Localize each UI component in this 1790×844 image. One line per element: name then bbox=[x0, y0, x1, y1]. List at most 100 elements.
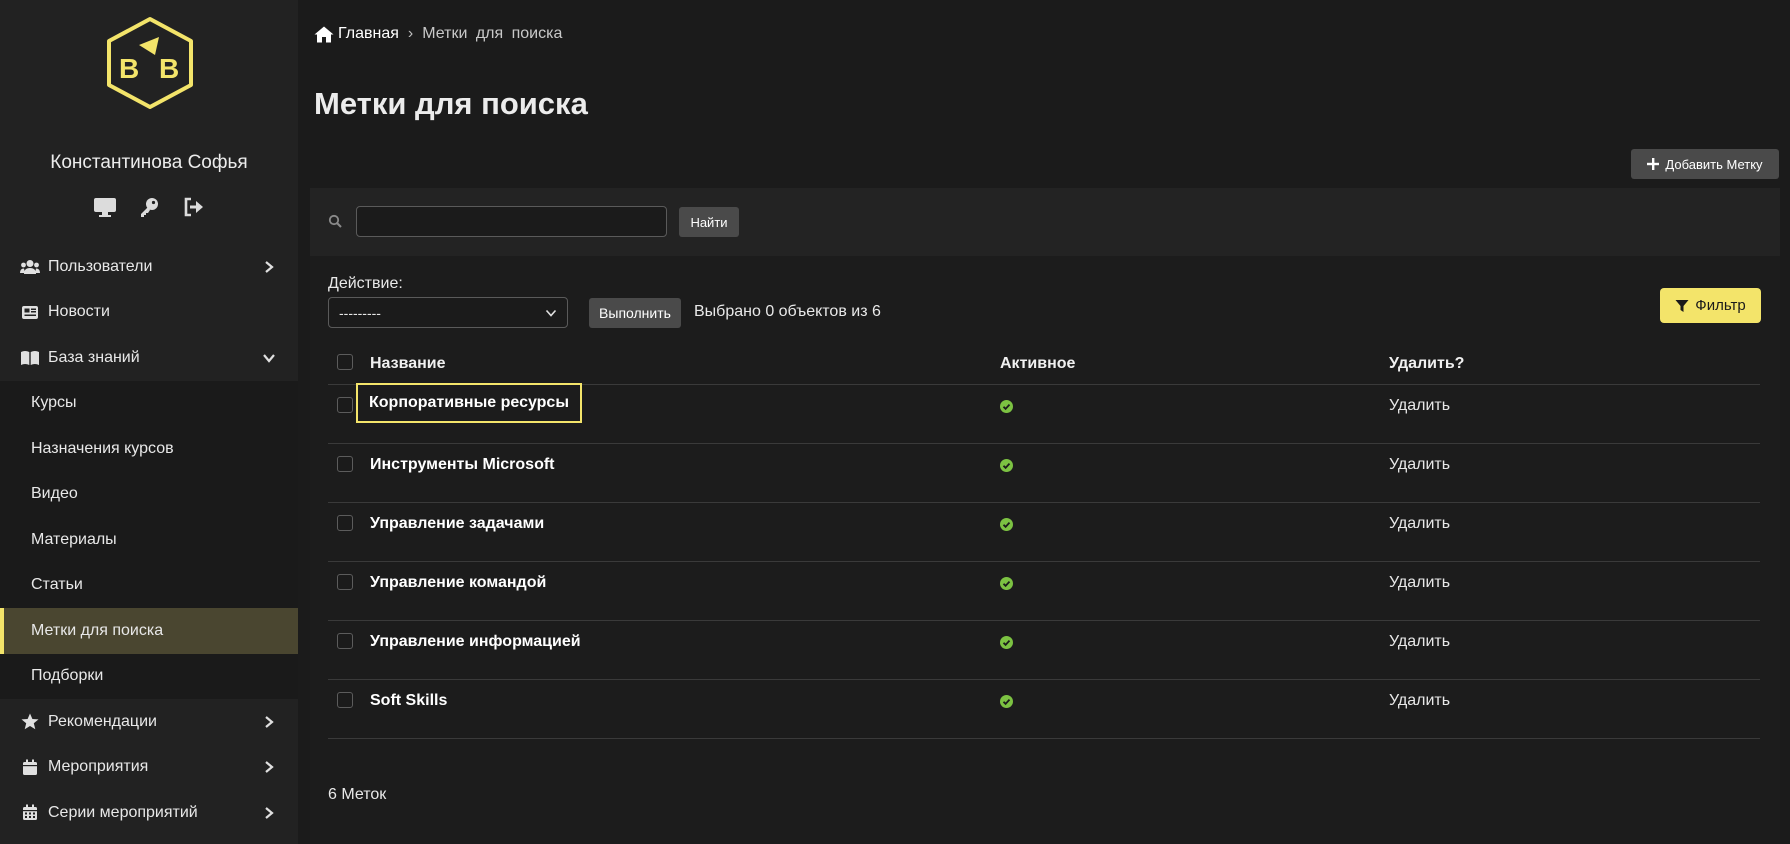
sidebar-item-label: Назначения курсов bbox=[31, 439, 174, 457]
sidebar-item-label: Метки для поиска bbox=[31, 621, 164, 639]
monitor-icon[interactable] bbox=[92, 194, 118, 220]
search-bar: Найти bbox=[310, 188, 1780, 256]
calendar-grid-icon bbox=[20, 804, 40, 822]
user-name: Константинова Софья bbox=[50, 152, 248, 173]
sidebar-item-label: Пользователи bbox=[48, 257, 153, 275]
svg-text:B: B bbox=[159, 53, 179, 84]
check-circle-icon bbox=[1000, 518, 1013, 531]
sidebar-item-search-tags[interactable]: Метки для поиска bbox=[0, 608, 298, 654]
chevron-right-icon bbox=[265, 806, 274, 819]
svg-text:B: B bbox=[119, 53, 139, 84]
active-status bbox=[1000, 518, 1013, 536]
table-row: Корпоративные ресурсы Удалить bbox=[328, 383, 1760, 444]
active-status bbox=[1000, 459, 1013, 477]
action-select[interactable]: --------- bbox=[328, 297, 568, 328]
sidebar-item-video[interactable]: Видео bbox=[0, 472, 298, 518]
users-icon bbox=[20, 258, 40, 276]
filter-button[interactable]: Фильтр bbox=[1660, 288, 1761, 323]
row-checkbox[interactable] bbox=[337, 515, 353, 531]
active-status bbox=[1000, 695, 1013, 713]
sidebar-item-collections[interactable]: Подборки bbox=[0, 654, 298, 700]
column-header-name[interactable]: Название bbox=[370, 355, 446, 373]
execute-button[interactable]: Выполнить bbox=[589, 298, 681, 328]
sidebar-item-events[interactable]: Мероприятия bbox=[0, 745, 298, 791]
select-all-checkbox[interactable] bbox=[337, 354, 353, 370]
row-checkbox[interactable] bbox=[337, 633, 353, 649]
delete-link[interactable]: Удалить bbox=[1389, 456, 1450, 474]
check-circle-icon bbox=[1000, 636, 1013, 649]
column-header-active[interactable]: Активное bbox=[1000, 355, 1075, 373]
breadcrumb-separator: › bbox=[407, 25, 414, 42]
search-icon bbox=[328, 214, 342, 228]
search-input[interactable] bbox=[356, 206, 667, 237]
delete-link[interactable]: Удалить bbox=[1389, 515, 1450, 533]
row-checkbox[interactable] bbox=[337, 574, 353, 590]
tag-name-link[interactable]: Управление информацией bbox=[370, 633, 581, 651]
star-icon bbox=[20, 713, 40, 731]
sidebar-item-materials[interactable]: Материалы bbox=[0, 517, 298, 563]
sidebar-item-label: Статьи bbox=[31, 576, 83, 594]
delete-link[interactable]: Удалить bbox=[1389, 633, 1450, 651]
sidebar-item-articles[interactable]: Статьи bbox=[0, 563, 298, 609]
sidebar-item-label: Новости bbox=[48, 303, 110, 321]
sidebar-item-news[interactable]: Новости bbox=[0, 290, 298, 336]
filter-label: Фильтр bbox=[1695, 297, 1746, 314]
breadcrumb-home[interactable]: Главная bbox=[314, 25, 399, 43]
table-row: Soft Skills Удалить bbox=[328, 680, 1760, 739]
page-title: Метки для поиска bbox=[314, 86, 588, 121]
sidebar-item-recommendations[interactable]: Рекомендации bbox=[0, 699, 298, 745]
check-circle-icon bbox=[1000, 695, 1013, 708]
selected-count: Выбрано 0 объектов из 6 bbox=[694, 303, 881, 320]
sidebar-item-label: Рекомендации bbox=[48, 712, 157, 730]
knowledge-base-submenu: Курсы Назначения курсов Видео Материалы … bbox=[0, 380, 298, 700]
tag-name-link[interactable]: Управление командой bbox=[370, 574, 546, 592]
newspaper-icon bbox=[20, 303, 40, 321]
logo[interactable]: B B bbox=[101, 15, 199, 111]
row-checkbox[interactable] bbox=[337, 397, 353, 413]
sidebar-item-label: Курсы bbox=[31, 394, 77, 412]
sidebar-item-label: База знаний bbox=[48, 348, 140, 366]
active-status bbox=[1000, 400, 1013, 418]
sidebar-item-users[interactable]: Пользователи bbox=[0, 244, 298, 290]
chevron-right-icon bbox=[265, 260, 274, 273]
sidebar-item-courses[interactable]: Курсы bbox=[0, 381, 298, 427]
key-icon[interactable] bbox=[136, 194, 162, 220]
action-label: Действие: bbox=[328, 275, 403, 292]
tag-name-link[interactable]: Soft Skills bbox=[370, 692, 447, 710]
sidebar-item-label: Видео bbox=[31, 485, 78, 503]
breadcrumb-home-label: Главная bbox=[338, 25, 399, 42]
row-checkbox[interactable] bbox=[337, 456, 353, 472]
book-icon bbox=[20, 349, 40, 367]
results-table: Название Активное Удалить? Корпоративные… bbox=[328, 342, 1760, 739]
search-button[interactable]: Найти bbox=[679, 207, 739, 237]
sidebar-item-event-series[interactable]: Серии мероприятий bbox=[0, 790, 298, 836]
sidebar-item-label: Серии мероприятий bbox=[48, 803, 198, 821]
row-checkbox[interactable] bbox=[337, 692, 353, 708]
delete-link[interactable]: Удалить bbox=[1389, 692, 1450, 710]
check-circle-icon bbox=[1000, 459, 1013, 472]
sidebar-item-knowledge-base[interactable]: База знаний bbox=[0, 335, 298, 381]
column-header-delete[interactable]: Удалить? bbox=[1389, 355, 1464, 373]
delete-link[interactable]: Удалить bbox=[1389, 397, 1450, 415]
tag-name-link[interactable]: Корпоративные ресурсы bbox=[356, 383, 582, 423]
active-status bbox=[1000, 636, 1013, 654]
table-row: Инструменты Microsoft Удалить bbox=[328, 444, 1760, 503]
tag-name-link[interactable]: Управление задачами bbox=[370, 515, 544, 533]
filter-icon bbox=[1675, 299, 1689, 312]
table-row: Управление задачами Удалить bbox=[328, 503, 1760, 562]
breadcrumb-current: Метки для поиска bbox=[422, 25, 563, 42]
add-tag-button[interactable]: Добавить Метку bbox=[1631, 149, 1779, 179]
table-header: Название Активное Удалить? bbox=[328, 342, 1760, 385]
plus-icon bbox=[1647, 158, 1660, 170]
chevron-down-icon bbox=[545, 309, 557, 317]
delete-link[interactable]: Удалить bbox=[1389, 574, 1450, 592]
tag-name-link[interactable]: Инструменты Microsoft bbox=[370, 456, 555, 474]
logout-icon[interactable] bbox=[180, 194, 206, 220]
calendar-icon bbox=[20, 758, 40, 776]
action-select-value: --------- bbox=[339, 304, 381, 321]
check-circle-icon bbox=[1000, 577, 1013, 590]
sidebar-item-label: Подборки bbox=[31, 667, 104, 685]
changelist-panel: Найти Действие: --------- Выполнить Выбр… bbox=[310, 188, 1780, 844]
sidebar-item-course-assignments[interactable]: Назначения курсов bbox=[0, 426, 298, 472]
user-actions bbox=[0, 194, 298, 220]
